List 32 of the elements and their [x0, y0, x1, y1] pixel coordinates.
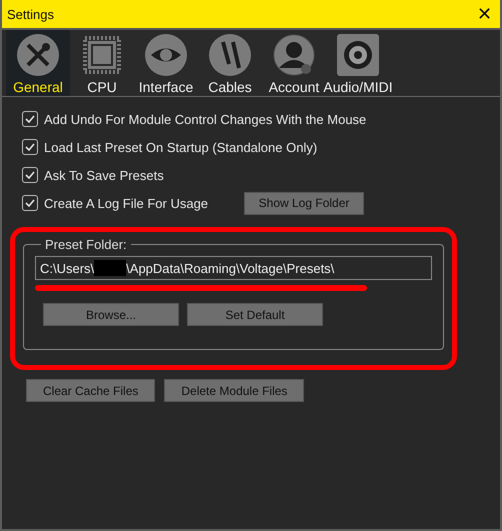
- check-icon: [25, 199, 35, 207]
- path-field[interactable]: C:\Users\ \AppData\Roaming\Voltage\Presets\: [35, 256, 432, 280]
- speaker-icon: [337, 34, 379, 76]
- folder-button[interactable]: Set Default: [187, 303, 323, 326]
- show-log-folder-button[interactable]: Show Log Folder: [244, 192, 364, 214]
- settings-tab[interactable]: General: [6, 30, 70, 96]
- settings-tab[interactable]: Interface: [134, 30, 198, 96]
- option-label: Add Undo For Module Control Changes With the Mouse: [44, 112, 366, 126]
- checkbox[interactable]: [22, 167, 38, 183]
- group-label: Preset Folder:: [44, 237, 128, 252]
- path-text: \AppData\Roaming\Voltage\Presets\: [126, 260, 334, 276]
- check-icon: [25, 115, 35, 123]
- folder-button[interactable]: Browse...: [43, 303, 179, 326]
- close-button[interactable]: ✕: [475, 3, 494, 25]
- path-text: C:\Users\: [40, 260, 94, 276]
- settings-tab[interactable]: Cables: [198, 30, 262, 96]
- user-icon: [273, 34, 315, 76]
- checkbox[interactable]: [22, 195, 38, 211]
- settings-tab[interactable]: Audio/MIDI: [326, 30, 390, 96]
- option-label: Load Last Preset On Startup (Standalone Only): [44, 140, 318, 154]
- settings-tab[interactable]: CPU: [70, 30, 134, 96]
- check-icon: [25, 171, 35, 179]
- action-button[interactable]: Delete Module Files: [164, 379, 304, 402]
- check-icon: [25, 143, 35, 151]
- chip-icon: [81, 34, 123, 76]
- option-label: Ask To Save Presets: [44, 168, 164, 182]
- eye-icon: [145, 34, 187, 76]
- checkbox[interactable]: [22, 139, 38, 155]
- option-label: Create A Log File For Usage: [44, 196, 208, 210]
- window-title: Settings: [7, 6, 54, 22]
- checkbox[interactable]: [22, 111, 38, 127]
- action-button[interactable]: Clear Cache Files: [26, 379, 156, 402]
